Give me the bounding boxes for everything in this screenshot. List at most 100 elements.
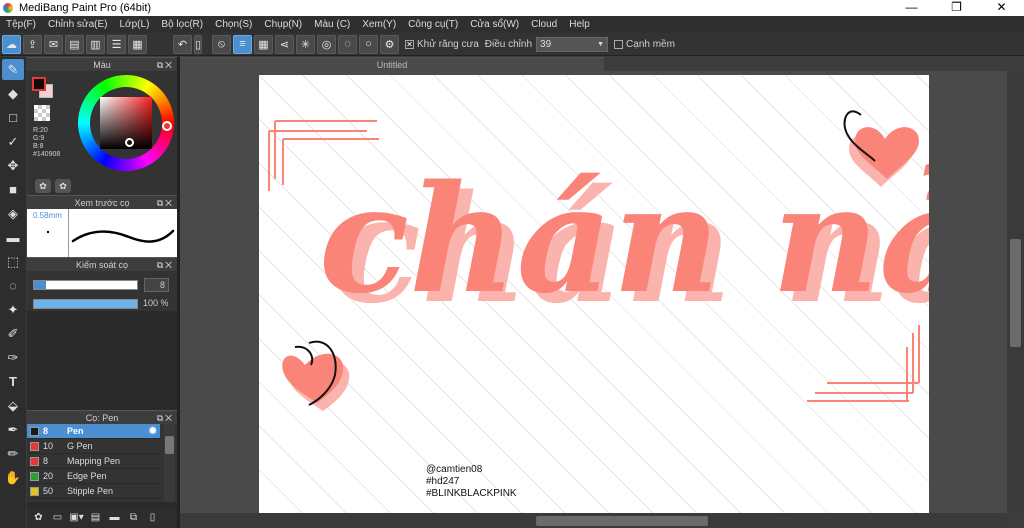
adjust-select[interactable]: 39 ▼ [536, 36, 609, 52]
credit-hashtag-2: #BLINKBLACKPINK [426, 488, 517, 499]
curve-snap-icon[interactable]: ◌ [338, 34, 357, 54]
antialias-checkbox[interactable]: ✕ Khử răng cưa [405, 39, 479, 50]
eyedropper-tool-icon[interactable]: ✒ [2, 419, 24, 440]
smooth-edge-checkbox[interactable]: Cạnh mềm [614, 39, 675, 50]
brush-item-pen[interactable]: 8 Pen ✹ [27, 424, 160, 439]
document-canvas[interactable]: chán nản chán nản @camtien08 #hd247 #BLI… [259, 75, 929, 513]
new-page-icon[interactable]: ▭ [50, 511, 65, 525]
eraser-tool-icon[interactable]: ◆ [2, 83, 24, 104]
brush-size-value[interactable]: 8 [144, 278, 169, 292]
brush-item-edge-pen[interactable]: 20 Edge Pen [27, 469, 160, 484]
brush-opacity-slider[interactable] [33, 299, 138, 309]
divide-tool-icon[interactable]: ⬙ [2, 395, 24, 416]
gradient-tool-icon[interactable]: ▬ [2, 227, 24, 248]
menu-select[interactable]: Chọn(S) [209, 16, 258, 33]
panel-controls-icon[interactable]: ⧉✕ [157, 196, 174, 210]
menu-help[interactable]: Help [563, 16, 596, 33]
snap-off-icon[interactable]: ⦸ [212, 34, 231, 54]
menu-cloud[interactable]: Cloud [525, 16, 563, 33]
brush-item-stipple-pen[interactable]: 50 Stipple Pen [27, 484, 160, 499]
panel-controls-icon[interactable]: ⧉✕ [157, 411, 174, 425]
canvas-area[interactable]: chán nản chán nản @camtien08 #hd247 #BLI… [180, 71, 1007, 513]
menu-view[interactable]: Xem(Y) [356, 16, 402, 33]
color-picker-handle[interactable] [125, 138, 134, 147]
transparent-swatch[interactable] [34, 105, 50, 121]
folder-icon[interactable]: ▬ [107, 511, 122, 525]
brush-item-mapping-pen[interactable]: 8 Mapping Pen [27, 454, 160, 469]
brush-preview-title: Xem trước cọ [74, 198, 130, 208]
chat-icon[interactable]: ✉ [44, 34, 63, 54]
palette-icon[interactable]: ✿ [35, 179, 51, 193]
grid-icon[interactable]: ▦ [128, 34, 147, 54]
snap-settings-icon[interactable]: ⚙ [380, 34, 399, 54]
add-brush-icon[interactable]: ✿ [31, 511, 46, 525]
vanishing-snap-icon[interactable]: ⋖ [275, 34, 294, 54]
pen-nib-tool-icon[interactable]: ✏ [2, 443, 24, 464]
menu-color[interactable]: Màu (C) [308, 16, 356, 33]
minimize-button[interactable]: — [889, 0, 934, 16]
parallel-snap-icon[interactable]: ≡ [233, 34, 252, 54]
delete-icon[interactable]: ▯ [145, 511, 160, 525]
close-button[interactable]: ✕ [979, 0, 1024, 16]
vertical-scrollbar[interactable] [1007, 71, 1024, 513]
checkbox-unchecked-icon [614, 39, 624, 49]
hue-picker-handle[interactable] [162, 121, 172, 131]
menu-filter[interactable]: Bộ lọc(R) [155, 16, 209, 33]
redo-icon[interactable]: ▯ [194, 34, 202, 54]
lasso-tool-icon[interactable]: ◌ [2, 275, 24, 296]
radial-snap-icon[interactable]: ✳ [296, 34, 315, 54]
palette-add-icon[interactable]: ✿ [55, 179, 71, 193]
horizontal-scrollbar[interactable] [180, 513, 1007, 528]
cross-snap-icon[interactable]: ▦ [254, 34, 273, 54]
title-bar: MediBang Paint Pro (64bit) — ❐ ✕ [0, 0, 1024, 16]
dot-tool-icon[interactable]: ✓ [2, 131, 24, 152]
document-icon[interactable]: ▤ [88, 511, 103, 525]
brush-panel-actions: ✿ ▭ ▣▾ ▤ ▬ ⧉ ▯ [27, 507, 177, 528]
copy-icon[interactable]: ⧉ [126, 511, 141, 525]
menu-tools[interactable]: Công cụ(T) [402, 16, 464, 33]
menu-window[interactable]: Cửa sổ(W) [464, 16, 525, 33]
chevron-down-icon: ▼ [597, 40, 605, 48]
color-wheel[interactable] [78, 75, 174, 171]
foreground-color-swatch[interactable] [32, 77, 46, 91]
menu-edit[interactable]: Chỉnh sửa(E) [42, 16, 114, 33]
brush-item-g-pen[interactable]: 10 G Pen [27, 439, 160, 454]
bucket-tool-icon[interactable]: ◈ [2, 203, 24, 224]
menu-layer[interactable]: Lớp(L) [114, 16, 156, 33]
panel-controls-icon[interactable]: ⧉✕ [157, 58, 174, 72]
move-tool-icon[interactable]: ✥ [2, 155, 24, 176]
circle-snap-icon[interactable]: ◎ [317, 34, 336, 54]
menu-capture[interactable]: Chụp(N) [258, 16, 308, 33]
document-tab[interactable]: Untitled [180, 57, 604, 71]
fill-rect-tool-icon[interactable]: ■ [2, 179, 24, 200]
undo-icon[interactable]: ↶ [173, 34, 192, 54]
select-eraser-tool-icon[interactable]: ✑ [2, 347, 24, 368]
brush-preview-panel: 0.58mm [27, 209, 177, 257]
magic-wand-tool-icon[interactable]: ✦ [2, 299, 24, 320]
panel-controls-icon[interactable]: ⧉✕ [157, 258, 174, 272]
menu-file[interactable]: Tệp(F) [0, 16, 42, 33]
cloud-icon[interactable]: ☁ [2, 34, 21, 54]
brush-control-panel: 8 100 % [27, 271, 177, 311]
text-tool-icon[interactable]: T [2, 371, 24, 392]
brush-list-header: Cọ: Pen ⧉✕ [27, 410, 177, 424]
artwork: chán nản chán nản [268, 110, 929, 411]
document-icon[interactable]: ▥ [86, 34, 105, 54]
brush-name: Stipple Pen [67, 486, 114, 496]
share-icon[interactable]: ⇪ [23, 34, 42, 54]
comment-icon[interactable]: ▤ [65, 34, 84, 54]
brush-size-slider[interactable] [33, 280, 138, 290]
brush-tool-icon[interactable]: ✎ [2, 59, 24, 80]
credit-author: @camtien08 [426, 464, 483, 475]
hand-tool-icon[interactable]: ✋ [2, 467, 24, 488]
brush-menu-icon[interactable]: ▣▾ [69, 511, 84, 525]
ellipse-snap-icon[interactable]: ○ [359, 34, 378, 54]
select-pen-tool-icon[interactable]: ✐ [2, 323, 24, 344]
list-icon[interactable]: ☰ [107, 34, 126, 54]
rectangle-tool-icon[interactable]: □ [2, 107, 24, 128]
green-value: G:9 [33, 135, 45, 142]
restore-button[interactable]: ❐ [934, 0, 979, 16]
gear-icon[interactable]: ✹ [149, 426, 157, 437]
brush-list-scrollbar[interactable] [164, 424, 175, 502]
select-tool-icon[interactable]: ⬚ [2, 251, 24, 272]
